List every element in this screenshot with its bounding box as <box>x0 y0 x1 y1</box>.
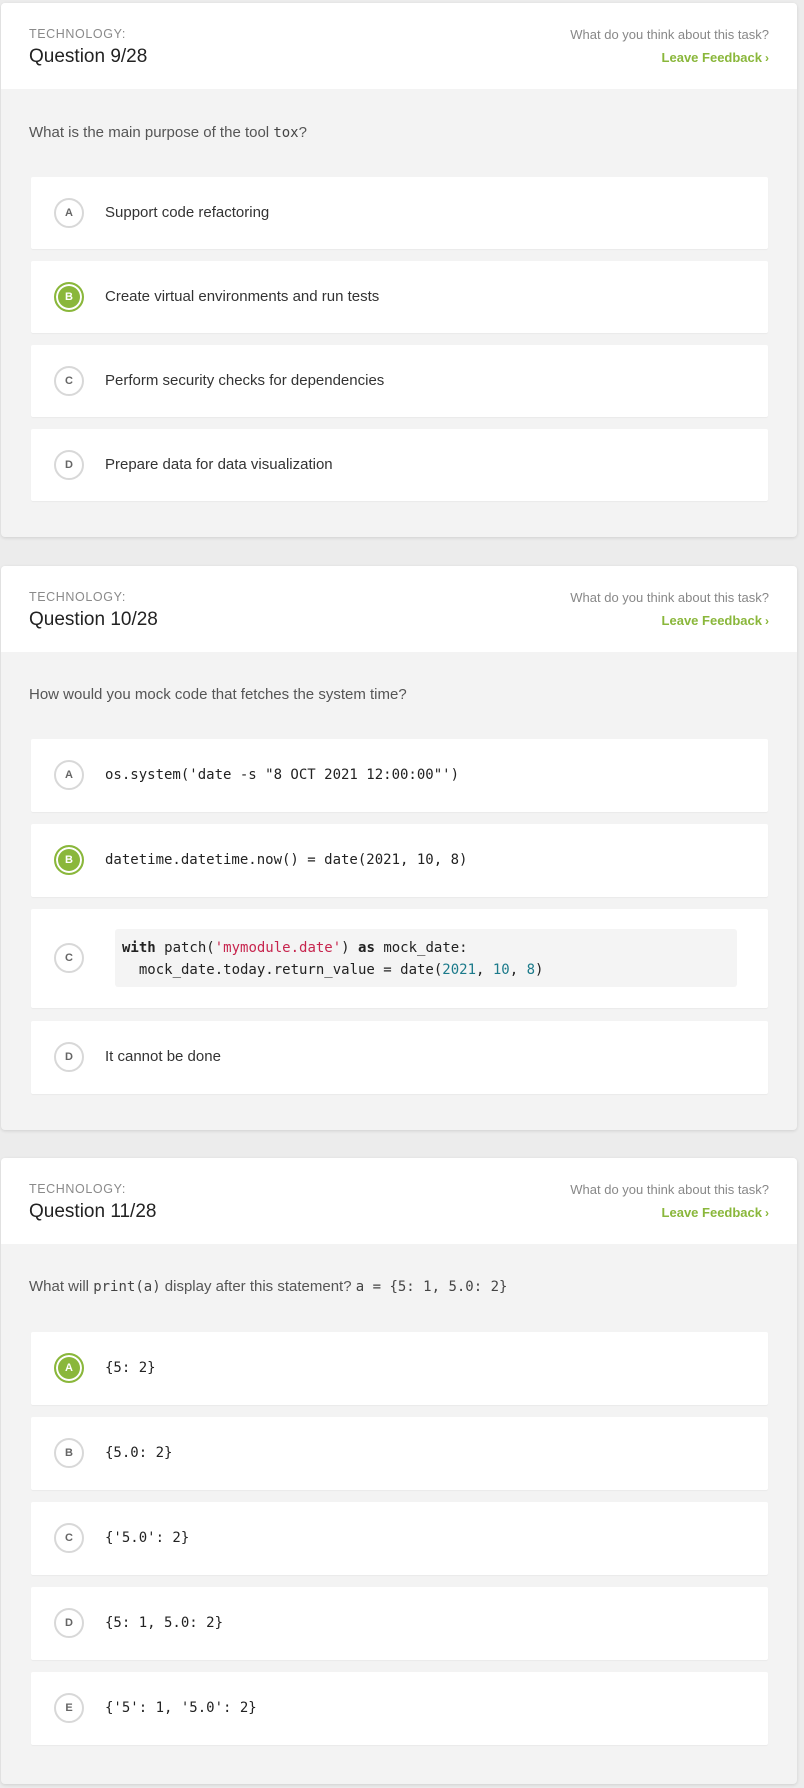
feedback-question: What do you think about this task? <box>570 1182 769 1197</box>
question-card-11: TECHNOLOGY: Question 11/28 What do you t… <box>1 1158 797 1784</box>
option-code-block: with patch('mymodule.date') as mock_date… <box>115 929 737 987</box>
option-code: {5: 2} <box>105 1360 156 1376</box>
leave-feedback-link[interactable]: Leave Feedback › <box>662 1205 769 1220</box>
option-code: {5: 1, 5.0: 2} <box>105 1615 224 1631</box>
option-code: {'5.0': 2} <box>105 1530 190 1546</box>
option-code: {'5': 1, '5.0': 2} <box>105 1700 257 1716</box>
question-header: TECHNOLOGY: Question 10/28 What do you t… <box>1 566 797 652</box>
question-header: TECHNOLOGY: Question 9/28 What do you th… <box>1 3 797 89</box>
leave-feedback-link[interactable]: Leave Feedback › <box>662 50 769 65</box>
quiz-page: TECHNOLOGY: Question 9/28 What do you th… <box>0 0 804 1788</box>
option-letter-badge: C <box>54 943 84 973</box>
option-letter-badge: A <box>54 198 84 228</box>
option-code: datetime.datetime.now() = date(2021, 10,… <box>105 852 468 868</box>
question-number: Question 11/28 <box>29 1201 157 1222</box>
question-number: Question 10/28 <box>29 609 158 630</box>
question-prompt: What will print(a) display after this st… <box>29 1278 508 1295</box>
leave-feedback-label: Leave Feedback <box>661 50 762 65</box>
category-label: TECHNOLOGY: <box>29 1182 126 1196</box>
feedback-question: What do you think about this task? <box>570 27 769 42</box>
option-letter-badge-selected: A <box>54 1353 84 1383</box>
leave-feedback-label: Leave Feedback <box>661 613 762 628</box>
question-header: TECHNOLOGY: Question 11/28 What do you t… <box>1 1158 797 1244</box>
answer-option-d[interactable]: D {5: 1, 5.0: 2} <box>31 1587 768 1660</box>
option-text: Create virtual environments and run test… <box>105 288 380 305</box>
option-letter-badge: D <box>54 1042 84 1072</box>
option-letter-badge: C <box>54 1523 84 1553</box>
option-text: Prepare data for data visualization <box>105 456 333 473</box>
question-card-9: TECHNOLOGY: Question 9/28 What do you th… <box>1 3 797 537</box>
answer-option-a[interactable]: A {5: 2} <box>31 1332 768 1405</box>
option-text: Support code refactoring <box>105 204 270 221</box>
inline-code: print(a) <box>93 1279 161 1295</box>
answer-option-d[interactable]: D It cannot be done <box>31 1021 768 1094</box>
chevron-right-icon: › <box>765 51 769 65</box>
option-letter-badge: C <box>54 366 84 396</box>
option-letter-badge: E <box>54 1693 84 1723</box>
leave-feedback-link[interactable]: Leave Feedback › <box>662 613 769 628</box>
option-letter-badge: D <box>54 450 84 480</box>
option-text: Perform security checks for dependencies <box>105 372 385 389</box>
answer-option-d[interactable]: D Prepare data for data visualization <box>31 429 768 501</box>
answer-option-a[interactable]: A os.system('date -s "8 OCT 2021 12:00:0… <box>31 739 768 812</box>
leave-feedback-label: Leave Feedback <box>661 1205 762 1220</box>
option-code: os.system('date -s "8 OCT 2021 12:00:00"… <box>105 767 460 783</box>
answer-option-b[interactable]: B datetime.datetime.now() = date(2021, 1… <box>31 824 768 897</box>
feedback-question: What do you think about this task? <box>570 590 769 605</box>
answer-option-c[interactable]: C Perform security checks for dependenci… <box>31 345 768 417</box>
question-prompt: What is the main purpose of the tool tox… <box>29 124 307 141</box>
inline-code: tox <box>273 125 299 141</box>
chevron-right-icon: › <box>765 1206 769 1220</box>
answer-option-b[interactable]: B {5.0: 2} <box>31 1417 768 1490</box>
option-letter-badge: A <box>54 760 84 790</box>
category-label: TECHNOLOGY: <box>29 590 126 604</box>
question-number: Question 9/28 <box>29 46 148 67</box>
option-text: It cannot be done <box>105 1048 221 1065</box>
answer-option-c[interactable]: C {'5.0': 2} <box>31 1502 768 1575</box>
chevron-right-icon: › <box>765 614 769 628</box>
option-code: {5.0: 2} <box>105 1445 173 1461</box>
answer-option-c[interactable]: C with patch('mymodule.date') as mock_da… <box>31 909 768 1008</box>
option-letter-badge: D <box>54 1608 84 1638</box>
question-card-10: TECHNOLOGY: Question 10/28 What do you t… <box>1 566 797 1130</box>
option-letter-badge: B <box>54 1438 84 1468</box>
option-letter-badge-selected: B <box>54 282 84 312</box>
answer-option-e[interactable]: E {'5': 1, '5.0': 2} <box>31 1672 768 1745</box>
answer-option-a[interactable]: A Support code refactoring <box>31 177 768 249</box>
question-prompt: How would you mock code that fetches the… <box>29 686 407 703</box>
answer-option-b[interactable]: B Create virtual environments and run te… <box>31 261 768 333</box>
option-letter-badge-selected: B <box>54 845 84 875</box>
inline-code: a = {5: 1, 5.0: 2} <box>355 1279 508 1295</box>
category-label: TECHNOLOGY: <box>29 27 126 41</box>
